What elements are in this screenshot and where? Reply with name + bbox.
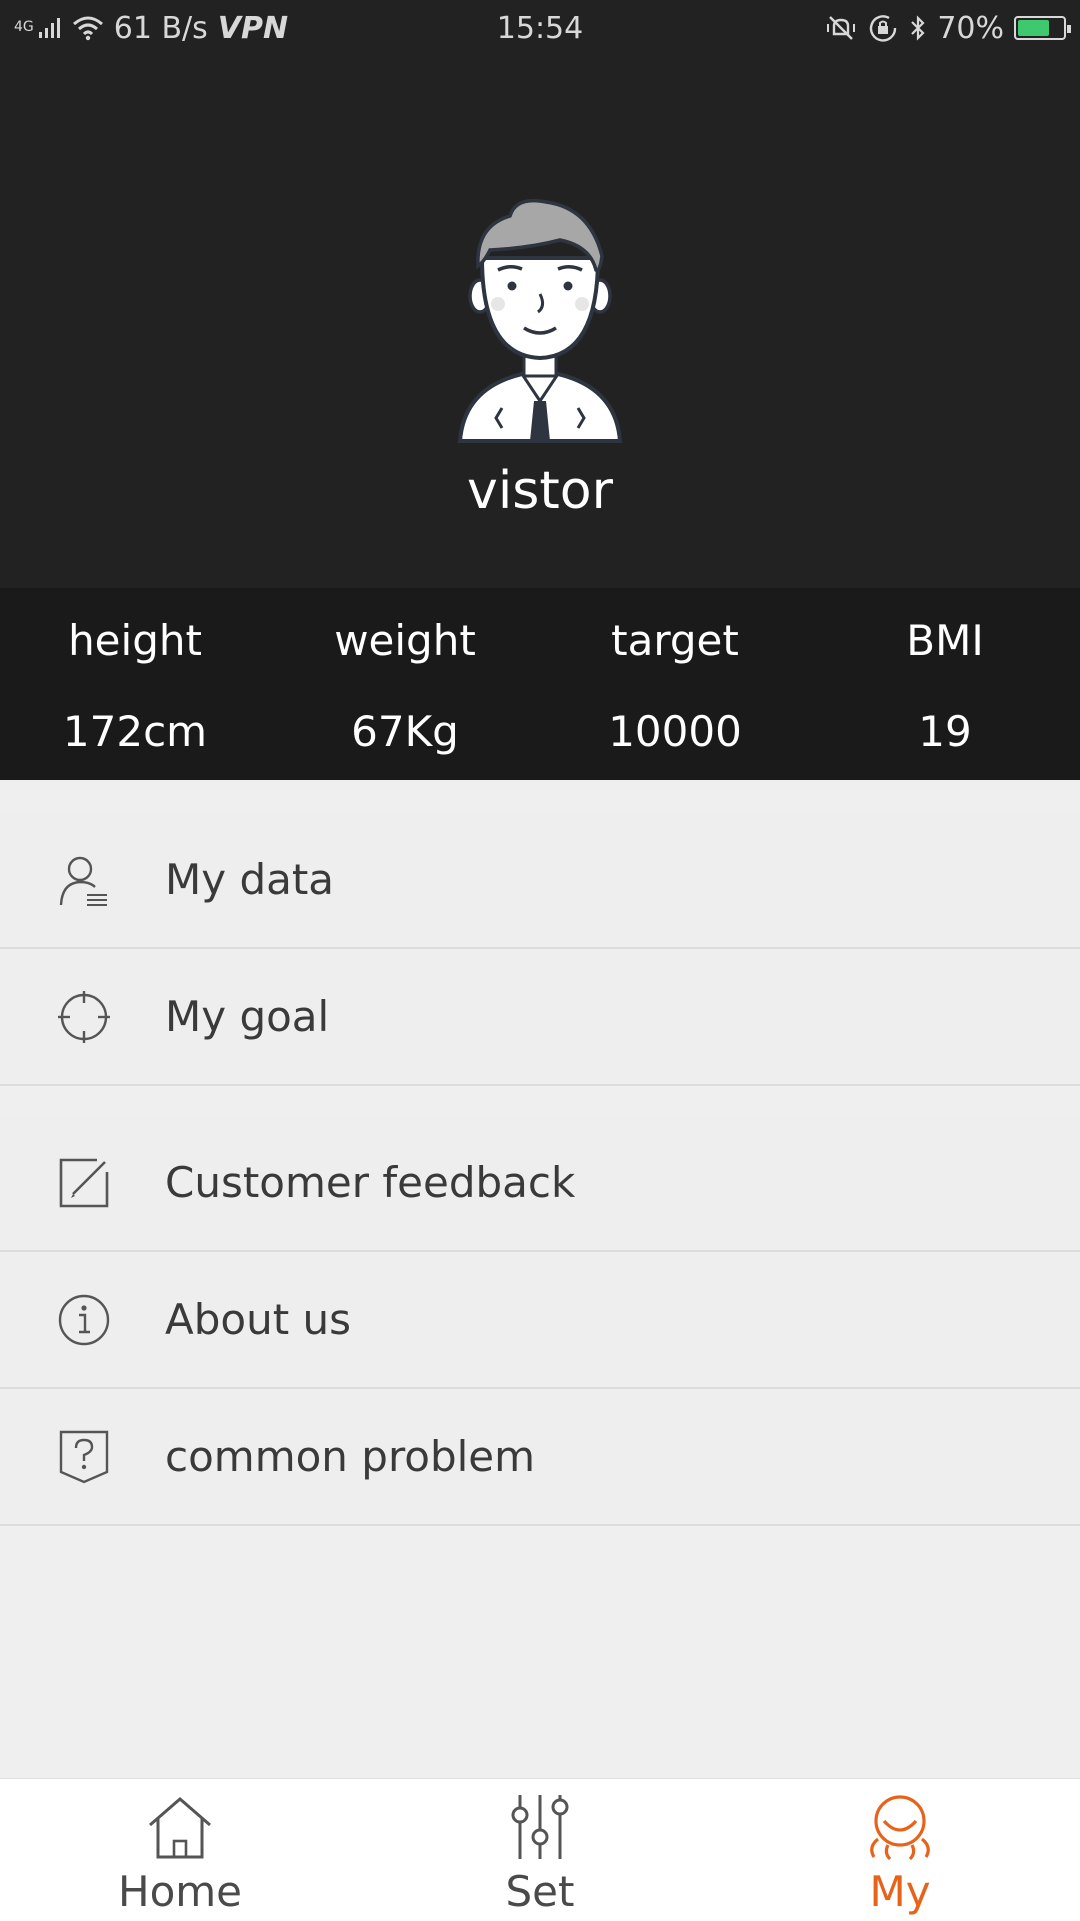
- menu-label: My goal: [165, 992, 330, 1041]
- stat-label: BMI: [906, 616, 984, 665]
- stat-height: height 172cm: [0, 588, 270, 780]
- stat-value: 67Kg: [351, 707, 459, 756]
- home-icon: [149, 1797, 211, 1859]
- person-icon: [870, 1795, 930, 1861]
- status-left: 4G 61 B/s VPN: [14, 11, 288, 46]
- menu-item-my-goal[interactable]: My goal: [0, 949, 1080, 1086]
- vibrate-mute-icon: [827, 16, 856, 40]
- question-shield-icon: [59, 1430, 109, 1483]
- nav-item-my[interactable]: My: [720, 1779, 1080, 1921]
- menu-item-my-data[interactable]: My data: [0, 812, 1080, 949]
- network-type-label: 4G: [14, 18, 34, 35]
- bluetooth-icon: [911, 15, 925, 41]
- battery-icon: [1014, 16, 1071, 40]
- battery-percent: 70%: [937, 10, 1004, 46]
- menu-item-common-problem[interactable]: common problem: [0, 1389, 1080, 1526]
- menu-label: Customer feedback: [165, 1158, 576, 1207]
- status-right: 70%: [825, 10, 1071, 46]
- menu-label: My data: [165, 855, 335, 904]
- edit-icon: [59, 1158, 109, 1207]
- menu-item-about-us[interactable]: About us: [0, 1252, 1080, 1389]
- network-speed: 61 B/s: [113, 10, 208, 46]
- sliders-icon: [511, 1795, 569, 1859]
- stat-value: 19: [918, 707, 972, 756]
- username: vistor: [467, 461, 613, 521]
- nav-item-set[interactable]: Set: [360, 1779, 720, 1921]
- stat-target: target 10000: [540, 588, 810, 780]
- avatar[interactable]: [450, 196, 630, 446]
- nav-label: My: [869, 1867, 931, 1916]
- bottom-nav: Home Set My: [0, 1778, 1080, 1921]
- stats-bar: height 172cm weight 67Kg target 10000 BM…: [0, 588, 1080, 780]
- wifi-icon: [72, 16, 103, 41]
- nav-item-home[interactable]: Home: [0, 1779, 360, 1921]
- signal-icon: [38, 18, 60, 38]
- vpn-label: VPN: [217, 10, 289, 46]
- status-bar: 4G 61 B/s VPN 15:54 70%: [0, 0, 1080, 56]
- target-icon: [58, 990, 110, 1043]
- nav-label: Set: [505, 1867, 575, 1916]
- profile-header: vistor: [0, 56, 1080, 588]
- stat-weight: weight 67Kg: [270, 588, 540, 780]
- menu-group-support: Customer feedback About us common proble…: [0, 1115, 1080, 1526]
- nav-label: Home: [117, 1867, 243, 1916]
- stat-label: height: [68, 616, 202, 665]
- info-icon: [58, 1294, 110, 1345]
- user-list-icon: [59, 856, 107, 906]
- menu-group-personal: My data My goal: [0, 812, 1080, 1086]
- menu-label: common problem: [165, 1432, 536, 1481]
- stat-label: weight: [334, 616, 476, 665]
- menu-label: About us: [165, 1295, 352, 1344]
- battery-level: [1018, 20, 1049, 36]
- rotation-lock-icon: [870, 15, 897, 42]
- stat-value: 172cm: [62, 707, 208, 756]
- stat-label: target: [611, 616, 739, 665]
- menu-item-customer-feedback[interactable]: Customer feedback: [0, 1115, 1080, 1252]
- stat-value: 10000: [608, 707, 742, 756]
- stat-bmi: BMI 19: [810, 588, 1080, 780]
